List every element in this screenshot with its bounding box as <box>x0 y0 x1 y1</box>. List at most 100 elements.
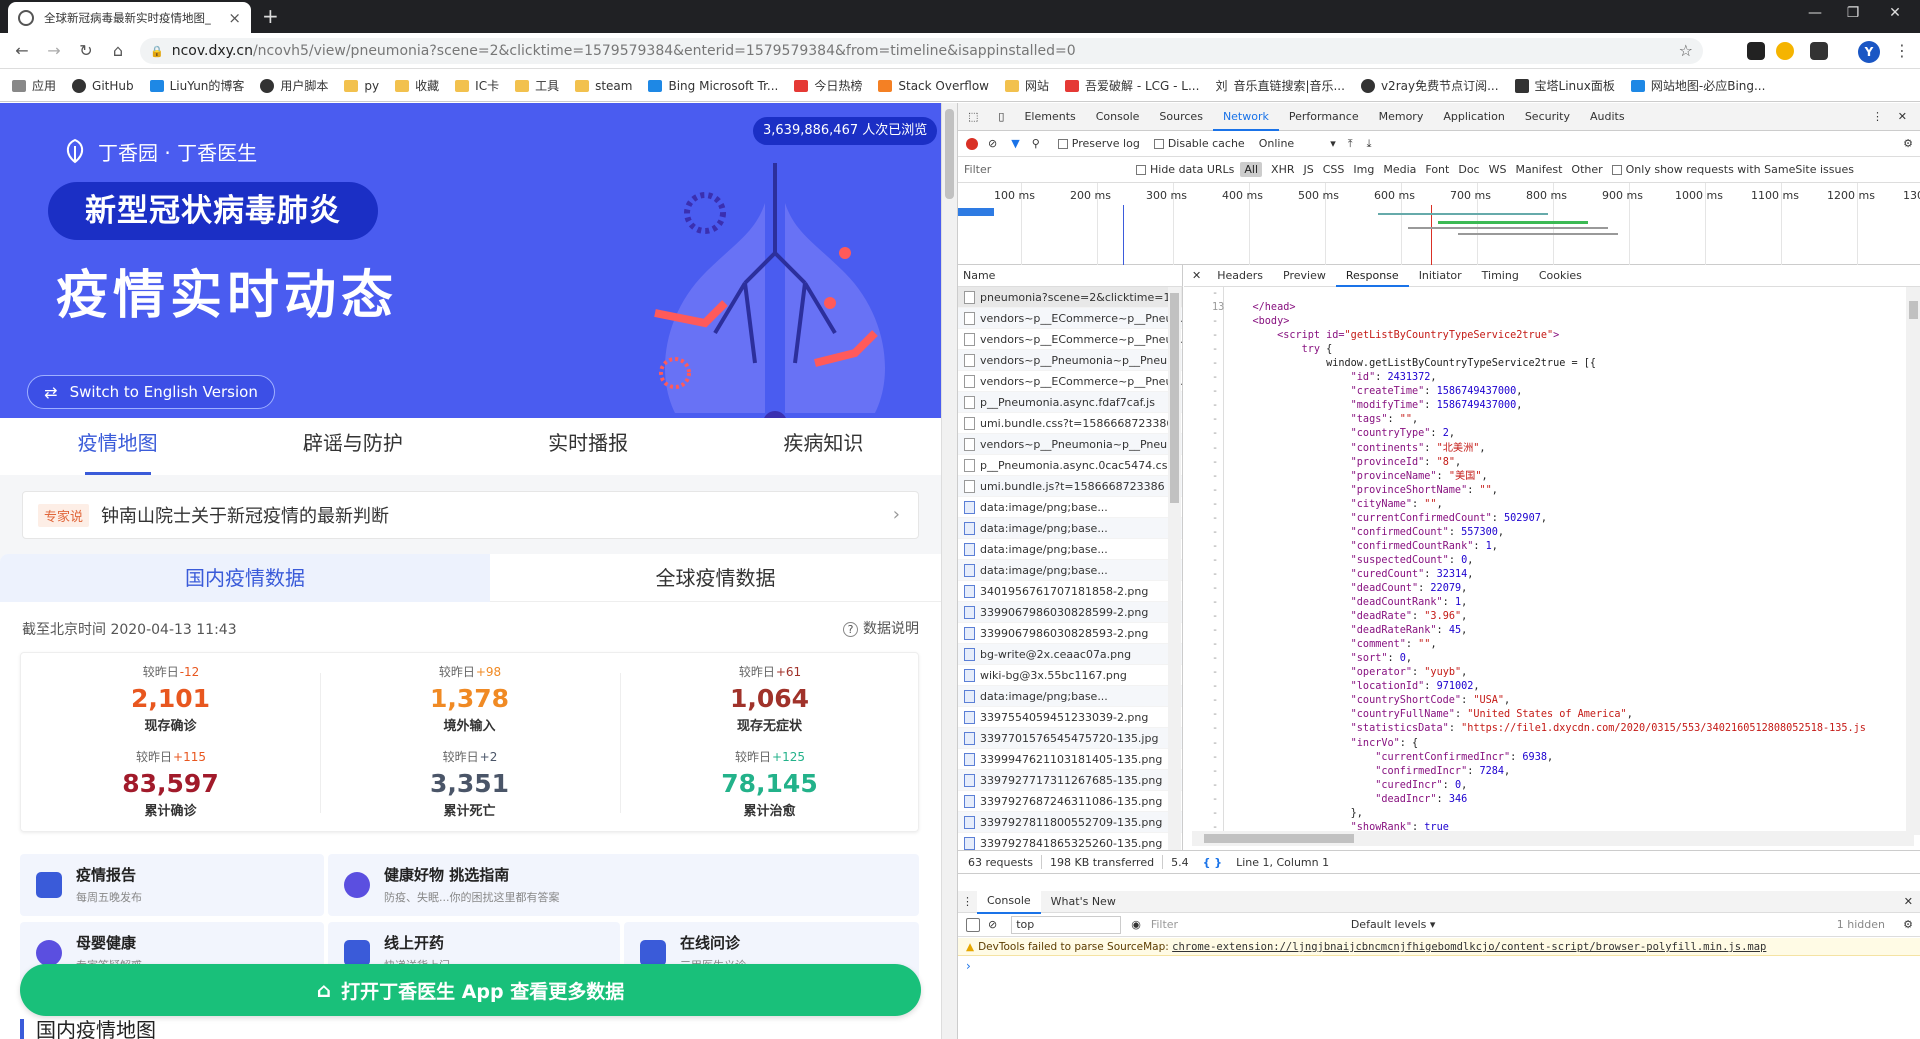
expert-banner[interactable]: 专家说 钟南山院士关于新冠疫情的最新判断 › <box>22 491 919 539</box>
pretty-print-icon[interactable]: { } <box>1203 856 1223 869</box>
page-scrollbar[interactable] <box>941 103 957 1039</box>
new-tab-icon[interactable]: + <box>262 4 279 28</box>
devtools-tab-network[interactable]: Network <box>1212 103 1279 131</box>
address-bar[interactable]: 🔒 ncov.dxy.cn/ncovh5/view/pneumonia?scen… <box>140 38 1703 64</box>
device-toggle-icon[interactable]: ▯ <box>988 103 1014 131</box>
bookmark-folder[interactable]: 工具 <box>515 77 559 94</box>
profile-avatar[interactable]: Y <box>1858 41 1880 63</box>
request-row[interactable]: wiki-bg@3x.55bc1167.png <box>958 665 1182 686</box>
type-filter-font[interactable]: Font <box>1425 163 1449 176</box>
request-row[interactable]: vendors~p__ECommerce~p__Pneu... <box>958 308 1182 329</box>
console-filter-input[interactable]: Filter <box>1151 918 1351 931</box>
detail-tab-initiator[interactable]: Initiator <box>1409 265 1472 287</box>
hide-data-urls-checkbox[interactable] <box>1136 164 1146 175</box>
request-list-scrollbar[interactable] <box>1168 287 1181 851</box>
response-body[interactable]: -13- - - - - - - - - - - - - - - - - - - - - - - - - - - - - - - - - - - - -… <box>1184 287 1920 835</box>
inspect-icon[interactable]: ⬚ <box>958 103 988 131</box>
scrollbar-thumb[interactable] <box>1909 301 1918 319</box>
bookmark-folder[interactable]: 收藏 <box>395 77 439 94</box>
request-row[interactable]: 3397927687246311086-135.png <box>958 791 1182 812</box>
clear-icon[interactable]: ⊘ <box>988 137 997 150</box>
bookmark-item[interactable]: 今日热榜 <box>794 77 862 94</box>
bookmark-folder[interactable]: 网站 <box>1005 77 1049 94</box>
throttle-select[interactable]: Online <box>1259 137 1294 150</box>
request-row[interactable]: 3397701576545475720-135.jpg <box>958 728 1182 749</box>
name-column-header[interactable]: Name <box>958 265 1183 287</box>
tab-rumor-protection[interactable]: 辟谣与防护 <box>235 418 470 475</box>
bookmark-item[interactable]: v2ray免费节点订阅... <box>1360 77 1499 94</box>
service-health-goods[interactable]: 健康好物 挑选指南 防疫、失眠...你的困扰这里都有答案 <box>328 854 919 916</box>
devtools-tab-audits[interactable]: Audits <box>1580 103 1635 131</box>
tab-epidemic-map[interactable]: 疫情地图 <box>0 418 235 475</box>
log-levels-select[interactable]: Default levels ▾ <box>1351 918 1436 931</box>
browser-tab[interactable]: 全球新冠病毒最新实时疫情地图_ × <box>8 2 251 33</box>
type-filter-media[interactable]: Media <box>1383 163 1416 176</box>
request-row[interactable]: vendors~p__ECommerce~p__Pneu... <box>958 329 1182 350</box>
devtools-tab-elements[interactable]: Elements <box>1014 103 1085 131</box>
open-app-button[interactable]: ⌂ 打开丁香医生 App 查看更多数据 <box>20 964 921 1016</box>
type-filter-manifest[interactable]: Manifest <box>1515 163 1562 176</box>
back-icon[interactable]: ← <box>10 41 34 60</box>
settings-icon[interactable]: ⚙ <box>1903 137 1913 150</box>
sourcemap-link[interactable]: chrome-extension://ljngjbnaijcbncmcnjfhi… <box>1172 941 1766 953</box>
request-row[interactable]: pneumonia?scene=2&clicktime=1... <box>958 287 1182 308</box>
request-row[interactable]: umi.bundle.js?t=1586668723386 <box>958 476 1182 497</box>
console-prompt[interactable]: › <box>966 959 971 973</box>
close-devtools-icon[interactable]: ✕ <box>1888 103 1917 131</box>
menu-icon[interactable]: ⋮ <box>1890 41 1914 60</box>
disable-cache-checkbox[interactable] <box>1153 138 1164 149</box>
request-row[interactable]: data:image/png;base... <box>958 518 1182 539</box>
request-row[interactable]: vendors~p__Pneumonia~p__Pneu... <box>958 350 1182 371</box>
type-filter-all[interactable]: All <box>1240 162 1263 177</box>
drawer-tab-console[interactable]: Console <box>977 889 1041 914</box>
type-filter-other[interactable]: Other <box>1571 163 1602 176</box>
detail-tab-cookies[interactable]: Cookies <box>1529 265 1592 287</box>
request-row[interactable]: 3397927841865325260-135.png <box>958 833 1182 851</box>
drawer-tab-whats-new[interactable]: What's New <box>1041 891 1126 913</box>
bookmark-item[interactable]: GitHub <box>72 78 134 93</box>
request-row[interactable]: data:image/png;base... <box>958 497 1182 518</box>
scrollbar-thumb[interactable] <box>1204 834 1354 843</box>
tab-live-news[interactable]: 实时播报 <box>471 418 706 475</box>
extension-icon[interactable] <box>1776 42 1794 60</box>
request-row[interactable]: 3399067986030828599-2.png <box>958 602 1182 623</box>
minimize-icon[interactable]: — <box>1800 5 1830 21</box>
preserve-log-checkbox[interactable] <box>1057 138 1068 149</box>
extension-icon[interactable] <box>1747 42 1765 60</box>
devtools-tab-performance[interactable]: Performance <box>1279 103 1369 131</box>
type-filter-js[interactable]: JS <box>1304 163 1314 176</box>
devtools-tab-console[interactable]: Console <box>1086 103 1150 131</box>
bookmark-folder[interactable]: py <box>344 79 379 93</box>
samesite-checkbox[interactable] <box>1611 164 1622 175</box>
type-filter-css[interactable]: CSS <box>1323 163 1345 176</box>
filter-input[interactable]: Filter <box>964 163 1136 176</box>
detail-tab-response[interactable]: Response <box>1335 264 1409 287</box>
type-filter-xhr[interactable]: XHR <box>1271 163 1294 176</box>
close-tab-icon[interactable]: × <box>228 9 241 27</box>
extension-icon[interactable] <box>1810 42 1828 60</box>
devtools-tab-security[interactable]: Security <box>1515 103 1580 131</box>
bookmark-item[interactable]: 刘音乐直链搜索|音乐... <box>1215 77 1345 94</box>
scrollbar-thumb[interactable] <box>945 109 954 199</box>
bookmark-item[interactable]: 用户脚本 <box>260 77 328 94</box>
bookmark-item[interactable]: LiuYun的博客 <box>149 77 244 94</box>
devtools-tab-sources[interactable]: Sources <box>1149 103 1213 131</box>
response-scrollbar[interactable] <box>1906 287 1920 835</box>
bookmark-item[interactable]: Stack Overflow <box>878 79 989 93</box>
bookmark-item[interactable]: 网站地图-必应Bing... <box>1630 77 1765 94</box>
bookmark-item[interactable]: 应用 <box>12 77 56 94</box>
filter-icon[interactable]: ▼ <box>1011 137 1019 150</box>
request-row[interactable]: umi.bundle.css?t=1586668723386 <box>958 413 1182 434</box>
record-icon[interactable] <box>966 137 978 150</box>
restore-icon[interactable]: ❐ <box>1838 5 1868 21</box>
request-row[interactable]: 3401956761707181858-2.png <box>958 581 1182 602</box>
detail-tab-headers[interactable]: Headers <box>1207 265 1273 287</box>
bookmark-star-icon[interactable]: ☆ <box>1679 41 1693 60</box>
detail-tab-preview[interactable]: Preview <box>1273 265 1336 287</box>
bookmark-item[interactable]: Bing Microsoft Tr... <box>648 79 778 93</box>
request-row[interactable]: 3399947621103181405-135.png <box>958 749 1182 770</box>
close-drawer-icon[interactable]: ✕ <box>1904 895 1913 908</box>
data-explain-link[interactable]: ? 数据说明 <box>843 618 919 638</box>
response-hscrollbar[interactable] <box>1192 831 1914 846</box>
devtools-tab-application[interactable]: Application <box>1433 103 1514 131</box>
